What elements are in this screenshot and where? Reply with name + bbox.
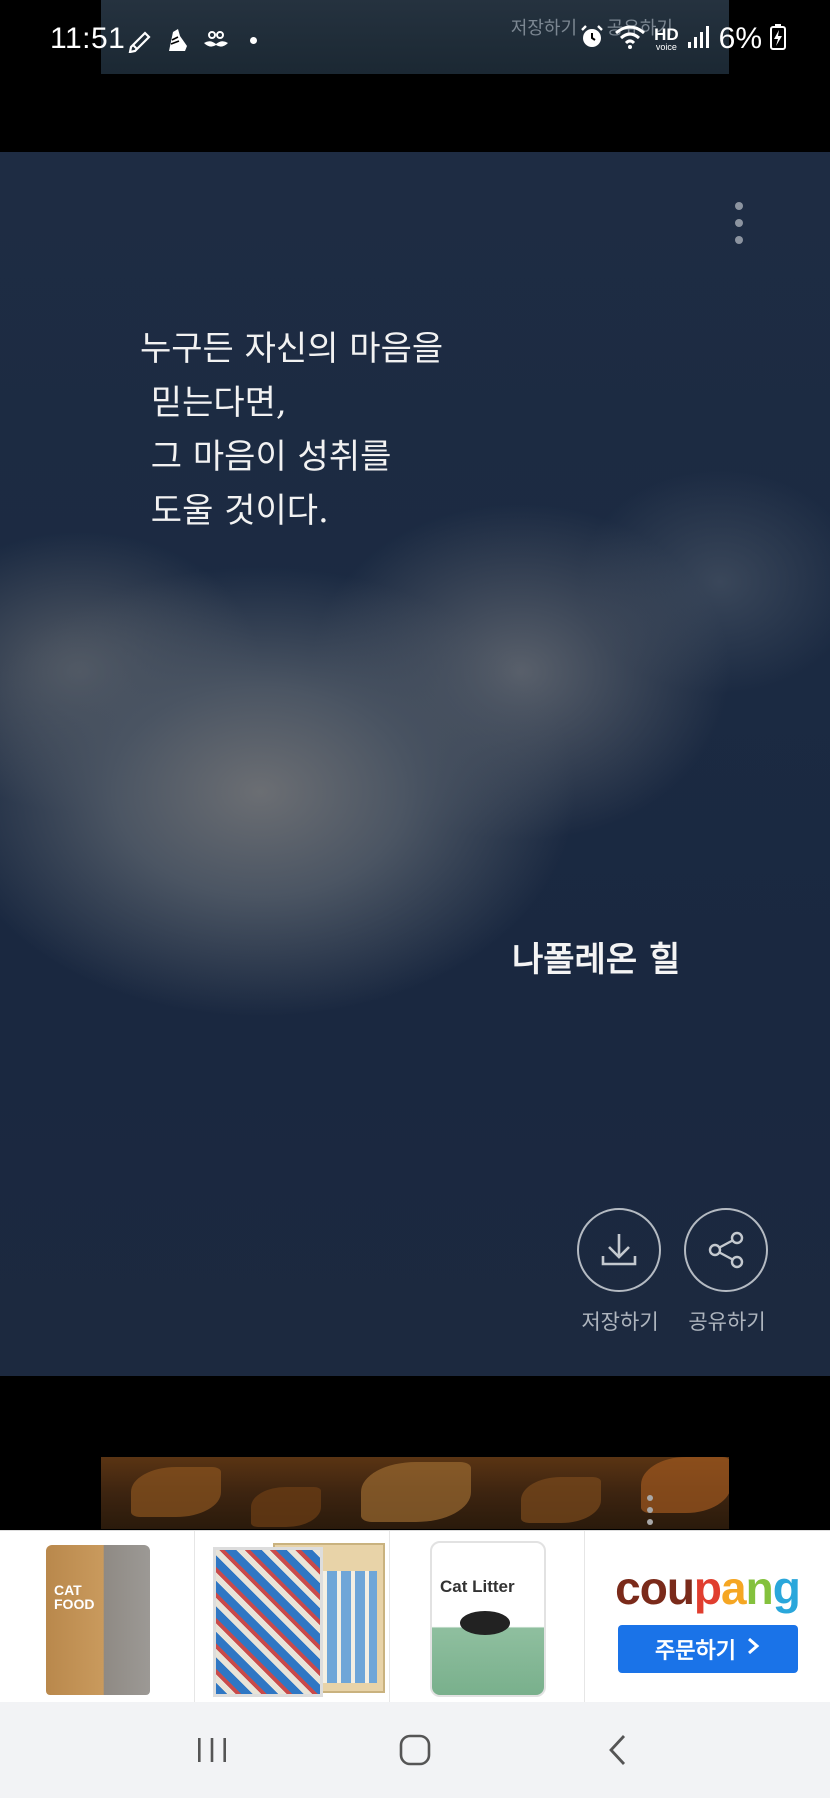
battery-charging-icon: [770, 24, 786, 54]
hd-voice-icon: HD voice: [654, 26, 679, 52]
more-vertical-icon[interactable]: [732, 202, 746, 244]
save-label: 저장하기: [581, 1310, 659, 1334]
cat-food-label: CAT FOOD: [54, 1582, 95, 1612]
alarm-icon: [578, 23, 606, 55]
cat-silhouette: [460, 1611, 510, 1635]
hd-label: HD: [654, 25, 679, 44]
wifi-icon: [614, 23, 646, 55]
shoe-icon: [164, 26, 192, 54]
cat-litter-label: Cat Litter: [440, 1577, 515, 1596]
back-icon[interactable]: [588, 1720, 648, 1780]
dot-icon: [250, 36, 257, 44]
share-label: 공유하기: [688, 1310, 766, 1334]
battery-percent: 6%: [718, 22, 762, 55]
system-icons: HD voice 6%: [578, 22, 786, 56]
share-button[interactable]: 공유하기: [684, 1208, 770, 1336]
chevron-right-icon: [746, 1636, 760, 1662]
download-icon[interactable]: [577, 1208, 661, 1292]
voice-label: voice: [655, 42, 677, 52]
cat-food-bag-image: CAT FOOD: [46, 1545, 150, 1695]
status-bar: 저장하기 공유하기 11:51 HD voice 6%: [0, 0, 830, 152]
next-quote-card[interactable]: [101, 1457, 729, 1529]
share-icon[interactable]: [684, 1208, 768, 1292]
ad-product-cat-litter[interactable]: Cat Litter: [390, 1531, 585, 1703]
order-button-label: 주문하기: [655, 1638, 736, 1664]
status-time: 11:51: [50, 22, 126, 55]
cat-litter-image: Cat Litter: [430, 1541, 546, 1697]
order-button[interactable]: 주문하기: [617, 1624, 798, 1673]
previous-save-label: 저장하기: [510, 18, 578, 39]
quote-author: 나폴레온 힐: [512, 940, 681, 980]
next-card-more-icon[interactable]: [647, 1495, 653, 1525]
coupang-ad-block[interactable]: coupang 주문하기: [585, 1531, 830, 1702]
ad-product-cat-calendar[interactable]: [195, 1531, 390, 1703]
notification-icons: [126, 26, 257, 54]
quote-text: 누구든 자신의 마음을 믿는다면, 그 마음이 성취를 도울 것이다.: [140, 329, 444, 531]
save-button[interactable]: 저장하기: [577, 1208, 663, 1336]
mustache-icon: [202, 26, 230, 54]
home-icon[interactable]: [385, 1720, 445, 1780]
recent-apps-icon[interactable]: [182, 1720, 242, 1780]
cat-calendar-front-image: [213, 1547, 323, 1697]
ad-banner[interactable]: CAT FOOD Cat Litter coupang 주문하기: [0, 1530, 830, 1703]
pen-icon: [126, 26, 154, 54]
ad-product-cat-food[interactable]: CAT FOOD: [0, 1531, 195, 1703]
navigation-bar: [0, 1702, 830, 1798]
coupang-logo: coupang: [615, 1561, 801, 1614]
quote-card: 누구든 자신의 마음을 믿는다면, 그 마음이 성취를 도울 것이다. 나폴레온…: [0, 152, 830, 1376]
signal-icon: [687, 24, 711, 54]
